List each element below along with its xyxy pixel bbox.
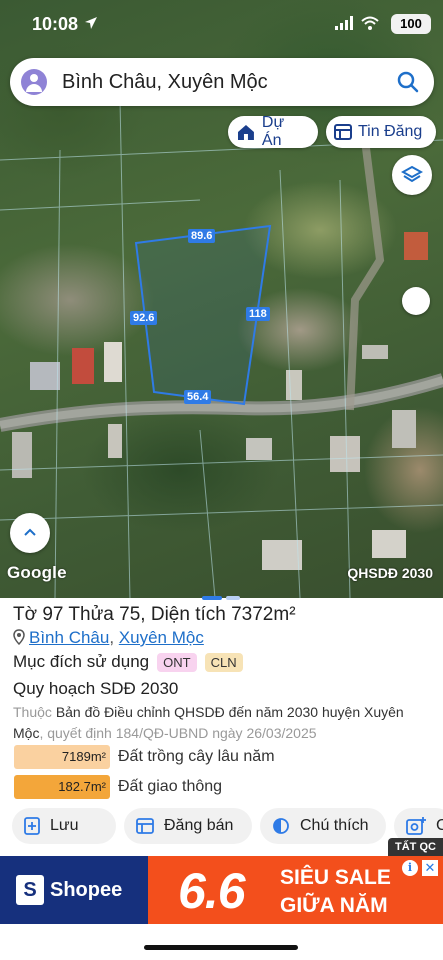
add-photo-icon	[406, 817, 426, 835]
dimension-bottom: 56.4	[184, 390, 212, 404]
desc-suffix: , quyết định 184/QĐ-UBND ngày 26/03/2025	[39, 725, 317, 741]
ad-brand: Shopee	[50, 878, 123, 901]
avatar[interactable]	[21, 69, 47, 95]
area-row: 182.7m² Đất giao thông	[14, 775, 222, 799]
search-icon[interactable]	[396, 70, 420, 94]
dimension-left: 92.6	[130, 311, 158, 325]
status-bar: 10:08 100	[0, 0, 443, 50]
parcel-title: Tờ 97 Thửa 75, Diện tích 7372m²	[13, 604, 296, 625]
district-link[interactable]: Xuyên Mộc	[119, 628, 204, 647]
battery-icon: 100	[391, 14, 431, 34]
area-label: Đất giao thông	[118, 778, 223, 795]
du-an-label: Dự Án	[261, 114, 285, 149]
listing-icon	[334, 124, 352, 140]
dang-ban-button[interactable]: Đăng bán	[124, 808, 252, 844]
area-value: 7189m²	[14, 745, 110, 769]
location-arrow-icon	[85, 17, 97, 29]
listing-icon	[136, 818, 154, 834]
ad-close-icon[interactable]: ✕	[422, 860, 438, 876]
du-an-button[interactable]: Dự Án	[228, 114, 318, 149]
purpose-label: Mục đích sử dụng	[13, 652, 150, 671]
area-value: 182.7m²	[14, 775, 110, 799]
search-bar[interactable]: Bình Châu, Xuyên Mộc	[10, 58, 434, 106]
tin-dang-button[interactable]: Tin Đăng	[326, 116, 436, 148]
hide-ads-button[interactable]: TẤT QC	[388, 838, 443, 856]
home-area	[0, 924, 443, 960]
legend-button[interactable]: Chú thích	[260, 808, 386, 844]
home-indicator[interactable]	[144, 945, 298, 950]
more-action-label: C	[436, 817, 443, 834]
plan-description: Thuộc Bản đồ Điều chỉnh QHSDĐ đến năm 20…	[13, 702, 423, 744]
desc-prefix: Thuộc	[13, 704, 52, 720]
home-icon	[237, 125, 254, 140]
tin-dang-label: Tin Đăng	[358, 123, 423, 140]
purpose-tag-cln[interactable]: CLN	[204, 652, 243, 672]
wifi-icon	[361, 16, 379, 30]
ad-info-icon[interactable]: i	[402, 860, 418, 876]
area-row: 7189m² Đất trồng cây lâu năm	[14, 745, 275, 769]
cellular-signal-icon	[335, 16, 353, 30]
ad-headline-number: 6.6	[178, 863, 246, 919]
ad-line-1: SIÊU SALE	[280, 866, 391, 889]
shopee-logo: S Shopee	[0, 856, 148, 924]
expand-up-button[interactable]	[10, 513, 50, 553]
area-label: Đất trồng cây lâu năm	[118, 748, 275, 765]
map-layer-label: QHSDĐ 2030	[347, 565, 433, 581]
ad-line-2: GIỮA NĂM	[280, 894, 388, 917]
search-input[interactable]: Bình Châu, Xuyên Mộc	[62, 71, 268, 94]
dimension-right: 118	[246, 307, 270, 321]
dimension-top: 89.6	[188, 229, 216, 243]
layers-icon	[401, 165, 423, 183]
dang-ban-label: Đăng bán	[164, 817, 234, 834]
legend-label: Chú thích	[300, 817, 369, 834]
google-attribution: Google	[7, 563, 67, 582]
status-time: 10:08	[32, 14, 79, 34]
ad-banner[interactable]: S Shopee 6.6 SIÊU SALE GIỮA NĂM	[0, 856, 443, 924]
plan-title: Quy hoạch SDĐ 2030	[13, 679, 179, 698]
layers-button[interactable]	[392, 155, 432, 195]
add-document-icon	[24, 817, 40, 835]
ward-link[interactable]: Bình Châu	[29, 628, 109, 647]
contrast-icon	[273, 818, 289, 834]
shopee-bag-icon: S	[16, 875, 44, 905]
parcel-address: Bình Châu, Xuyên Mộc	[13, 628, 204, 648]
purpose-tag-ont[interactable]: ONT	[157, 652, 197, 672]
save-label: Lưu	[50, 817, 79, 834]
chevron-up-icon	[24, 528, 36, 536]
save-button[interactable]: Lưu	[12, 808, 116, 844]
map-handle[interactable]	[402, 287, 430, 315]
address-separator: ,	[109, 628, 119, 647]
map-pin-icon	[13, 629, 25, 645]
purpose-row: Mục đích sử dụng ONT CLN	[13, 652, 243, 672]
